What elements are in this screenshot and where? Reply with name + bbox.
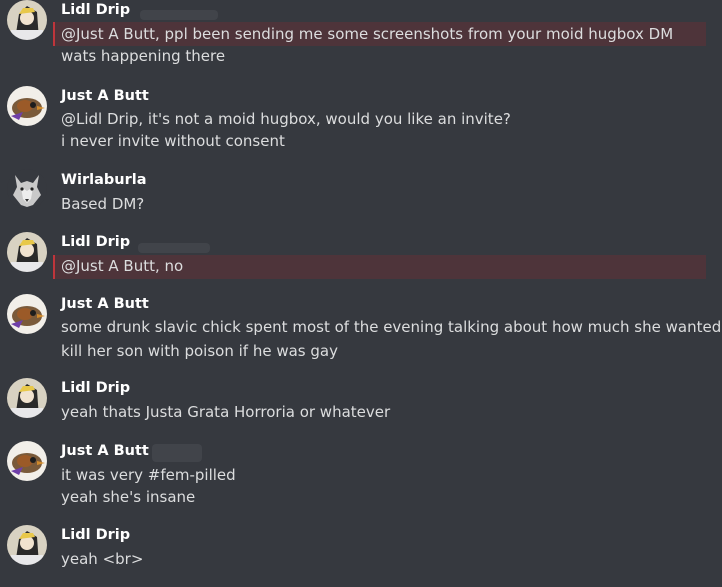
message-text: Based DM? bbox=[61, 195, 145, 213]
timestamp-redacted bbox=[140, 10, 218, 20]
avatar[interactable] bbox=[7, 169, 47, 209]
message-text: @Lidl Drip, it's not a moid hugbox, woul… bbox=[61, 110, 511, 128]
avatar[interactable] bbox=[7, 525, 47, 565]
author-name[interactable]: Lidl Drip bbox=[61, 234, 130, 250]
message-text: some drunk slavic chick spent most of th… bbox=[61, 318, 722, 336]
chat-log: Lidl Drip @Just A Butt, ppl been sending… bbox=[0, 0, 722, 587]
message-text: @Just A Butt, ppl been sending me some s… bbox=[61, 25, 674, 43]
author-name[interactable]: Lidl Drip bbox=[61, 380, 130, 396]
timestamp-redacted bbox=[138, 243, 210, 253]
author-name[interactable]: Lidl Drip bbox=[61, 527, 130, 543]
avatar[interactable] bbox=[7, 0, 47, 40]
message-text: i never invite without consent bbox=[61, 132, 285, 150]
message-text: @Just A Butt, no bbox=[61, 257, 184, 275]
avatar[interactable] bbox=[7, 86, 47, 126]
avatar[interactable] bbox=[7, 441, 47, 481]
author-name[interactable]: Just A Butt bbox=[61, 296, 149, 312]
author-name[interactable]: Wirlaburla bbox=[61, 172, 146, 188]
message-text: kill her son with poison if he was gay bbox=[61, 342, 338, 360]
message-text: it was very #fem-pilled bbox=[61, 466, 236, 484]
message-text: yeah thats Justa Grata Horroria or whate… bbox=[61, 403, 391, 421]
message-text: wats happening there bbox=[61, 47, 226, 65]
author-name[interactable]: Lidl Drip bbox=[61, 2, 130, 18]
message-text: yeah <br> bbox=[61, 550, 144, 568]
avatar[interactable] bbox=[7, 294, 47, 334]
avatar[interactable] bbox=[7, 232, 47, 272]
avatar[interactable] bbox=[7, 378, 47, 418]
message-text: yeah she's insane bbox=[61, 488, 196, 506]
author-name[interactable]: Just A Butt bbox=[61, 88, 149, 104]
author-name[interactable]: Just A Butt bbox=[61, 443, 149, 459]
timestamp-redacted bbox=[152, 444, 202, 462]
